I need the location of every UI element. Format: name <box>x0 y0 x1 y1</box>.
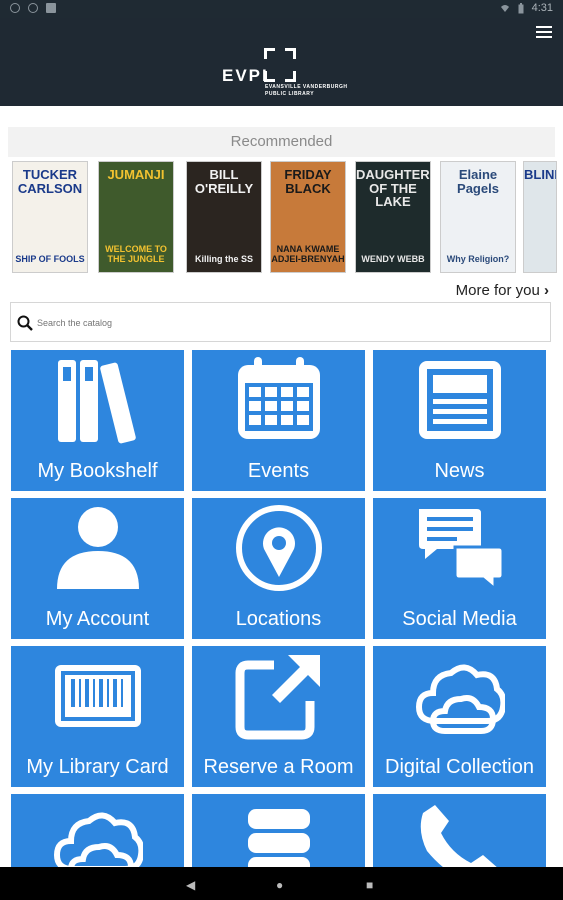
book-cover[interactable]: FRIDAY BLACK NANA KWAME ADJEI-BRENYAH <box>270 161 346 273</box>
wifi-icon <box>500 5 509 12</box>
book-title: JUMANJI <box>107 167 165 182</box>
more-for-you-link[interactable]: More for you › <box>456 282 549 299</box>
book-subtitle: SHIP OF FOOLS <box>15 253 85 264</box>
book-subtitle: Killing the SS <box>194 253 253 264</box>
book-cover[interactable]: Elaine Pagels Why Religion? <box>440 161 516 273</box>
book-title: FRIDAY BLACK <box>284 167 332 196</box>
map-pin-icon <box>192 502 365 594</box>
book-carousel[interactable]: TUCKER CARLSON SHIP OF FOOLS JUMANJI WELCOM… <box>0 161 563 277</box>
search-icon <box>17 315 33 331</box>
book-subtitle: WELCOME TO THE JUNGLE <box>105 244 167 264</box>
search-bar[interactable] <box>10 302 551 342</box>
book-title: DAUGHTERS OF THE LAKE <box>356 167 431 210</box>
tile-label: My Account <box>45 608 150 630</box>
battery-icon <box>518 2 524 13</box>
external-link-icon <box>192 650 365 742</box>
tile-label: My Bookshelf <box>37 460 158 482</box>
tile-reserve-a-room[interactable]: Reserve a Room <box>192 646 365 787</box>
tile-item-11[interactable] <box>192 794 365 867</box>
back-icon[interactable]: ◀ <box>186 878 195 892</box>
hamburger-menu-icon[interactable] <box>536 26 552 40</box>
main-content: Recommended TUCKER CARLSON SHIP OF FOOLS J… <box>0 106 563 867</box>
database-icon <box>192 798 365 867</box>
cloud-icon <box>373 650 546 742</box>
tile-item-10[interactable] <box>11 794 184 867</box>
logo-subtext: EVANSVILLE VANDERBURGH PUBLIC LIBRARY <box>265 84 348 97</box>
tile-label: My Library Card <box>26 756 169 778</box>
tile-label: Events <box>247 460 310 482</box>
notification-icons <box>10 3 56 13</box>
book-cover[interactable]: BLIND <box>523 161 557 273</box>
search-input[interactable] <box>37 313 537 333</box>
tile-events[interactable]: Events <box>192 350 365 491</box>
book-subtitle: NANA KWAME ADJEI-BRENYAH <box>271 244 345 264</box>
notification-icon <box>46 3 56 13</box>
barcode-card-icon <box>11 650 184 742</box>
user-icon <box>11 502 184 594</box>
tile-digital-collection[interactable]: Digital Collection <box>373 646 546 787</box>
notification-icon <box>28 3 38 13</box>
newspaper-icon <box>373 354 546 446</box>
home-icon[interactable]: ● <box>276 878 283 892</box>
tile-label: Locations <box>235 608 322 630</box>
calendar-icon <box>192 354 365 446</box>
library-logo: EVPL EVANSVILLE VANDERBURGH PUBLIC LIBRA… <box>222 48 352 100</box>
book-title: TUCKER CARLSON <box>17 167 83 196</box>
book-cover[interactable]: JUMANJI WELCOME TO THE JUNGLE <box>98 161 174 273</box>
book-title: BILL O'REILLY <box>194 167 254 196</box>
tile-news[interactable]: News <box>373 350 546 491</box>
book-subtitle: Why Religion? <box>446 253 510 264</box>
status-bar: 4:31 <box>0 0 563 18</box>
book-title: BLIND <box>524 167 556 182</box>
clock: 4:31 <box>531 2 553 14</box>
tile-label: Social Media <box>402 608 517 630</box>
tile-locations[interactable]: Locations <box>192 498 365 639</box>
book-title: Elaine Pagels <box>457 167 499 196</box>
phone-icon <box>373 798 546 867</box>
notification-icon <box>10 3 20 13</box>
cloud-icon <box>11 798 184 867</box>
recents-icon[interactable]: ■ <box>366 878 373 892</box>
tile-item-12[interactable] <box>373 794 546 867</box>
tile-label: Digital Collection <box>385 756 534 778</box>
book-subtitle: WENDY WEBB <box>361 253 425 264</box>
book-cover[interactable]: TUCKER CARLSON SHIP OF FOOLS <box>12 161 88 273</box>
bookshelf-icon <box>11 354 184 446</box>
app-header: EVPL EVANSVILLE VANDERBURGH PUBLIC LIBRA… <box>0 18 563 106</box>
recommended-heading: Recommended <box>8 127 555 157</box>
tile-label: Reserve a Room <box>203 756 354 778</box>
tile-my-library-card[interactable]: My Library Card <box>11 646 184 787</box>
book-cover[interactable]: BILL O'REILLY Killing the SS <box>186 161 262 273</box>
tile-my-bookshelf[interactable]: My Bookshelf <box>11 350 184 491</box>
book-cover[interactable]: DAUGHTERS OF THE LAKE WENDY WEBB <box>355 161 431 273</box>
tile-label: News <box>434 460 485 482</box>
chevron-right-icon: › <box>544 282 549 299</box>
logo-frame-icon <box>264 48 296 82</box>
tile-my-account[interactable]: My Account <box>11 498 184 639</box>
android-nav-bar: ◀ ● ■ <box>0 867 563 900</box>
chat-bubbles-icon <box>373 502 546 594</box>
tile-social-media[interactable]: Social Media <box>373 498 546 639</box>
